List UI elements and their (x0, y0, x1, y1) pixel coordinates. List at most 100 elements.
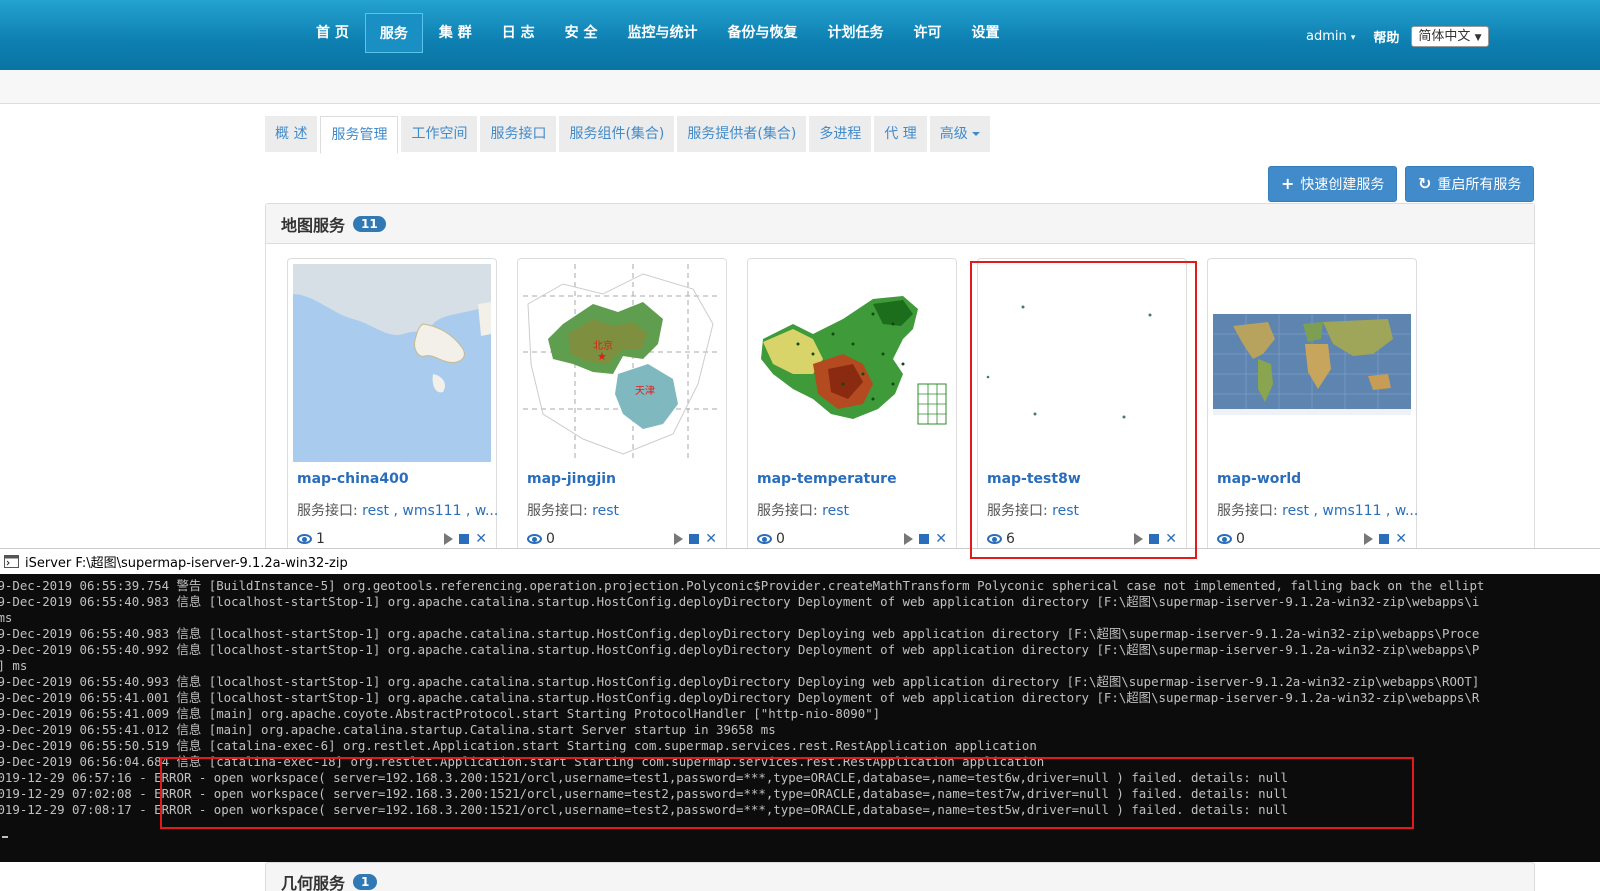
play-icon[interactable] (1134, 533, 1144, 545)
eye-icon (987, 534, 1002, 544)
play-icon[interactable] (444, 533, 454, 545)
nav-item-4[interactable]: 安 全 (551, 13, 612, 53)
map-thumbnail[interactable] (753, 264, 951, 462)
nav-item-5[interactable]: 监控与统计 (614, 13, 712, 53)
quick-create-service-button[interactable]: + 快速创建服务 (1268, 166, 1398, 202)
console-window[interactable]: 29-Dec-2019 06:55:39.754 警告 [BuildInstan… (0, 574, 1600, 862)
svg-text:天津: 天津 (635, 385, 655, 397)
tab-label: 高级 (939, 126, 968, 142)
tab-label: 工作空间 (411, 126, 468, 142)
nav-item-0[interactable]: 首 页 (302, 13, 363, 53)
stop-icon[interactable] (689, 534, 700, 544)
console-line: 0] ms (0, 658, 28, 673)
console-line: 29-Dec-2019 06:55:41.001 信息 [localhost-s… (0, 690, 1480, 705)
main-nav: 首 页服务集 群日 志安 全监控与统计 备份与恢复 计划任务 许可 设置 (302, 13, 1016, 53)
service-name-link[interactable]: map-jingjin (527, 471, 616, 487)
quick-create-label: 快速创建服务 (1300, 177, 1385, 193)
chevron-down-icon: ▾ (1350, 33, 1356, 43)
close-icon[interactable]: ✕ (705, 531, 717, 547)
service-card[interactable]: 北京 ★ 天津 map-jingjin 服务接口: rest 0 ✕ (517, 258, 727, 558)
nav-item-9[interactable]: 设置 (958, 13, 1014, 53)
help-link[interactable]: 帮助 (1373, 27, 1399, 46)
nav-item-8[interactable]: 许可 (900, 13, 956, 53)
interface-links[interactable]: rest , wms111 , w... (362, 503, 498, 519)
card-controls: ✕ (1134, 531, 1177, 547)
stop-icon[interactable] (459, 534, 470, 544)
map-thumbnail[interactable] (293, 264, 491, 462)
console-output: 29-Dec-2019 06:55:39.754 警告 [BuildInstan… (0, 578, 1484, 818)
interfaces-label: 服务接口: (987, 503, 1048, 519)
tab-8[interactable]: 高级 (929, 116, 990, 152)
restart-all-services-button[interactable]: ↻ 重启所有服务 (1405, 166, 1535, 202)
view-count: 6 (1006, 531, 1015, 547)
service-card[interactable]: map-china400 服务接口: rest , wms111 , w... 1 ✕ (287, 258, 498, 558)
card-controls: ✕ (444, 531, 487, 547)
interface-links[interactable]: rest (822, 503, 849, 519)
console-line: 2019-12-29 06:57:16 - ERROR - open works… (0, 770, 1289, 785)
tab-6[interactable]: 多进程 (809, 116, 872, 152)
service-name-link[interactable]: map-test8w (987, 471, 1081, 487)
service-card[interactable]: map-world 服务接口: rest , wms111 , w... 0 ✕ (1207, 258, 1418, 558)
tab-7[interactable]: 代 理 (874, 116, 927, 152)
console-titlebar[interactable]: iServer F:\超图\supermap-iserver-9.1.2a-wi… (0, 548, 1600, 574)
console-line: 29-Dec-2019 06:55:50.519 信息 [catalina-ex… (0, 738, 1037, 753)
close-icon[interactable]: ✕ (475, 531, 487, 547)
terminal-icon (4, 555, 19, 568)
close-icon[interactable]: ✕ (1395, 531, 1407, 547)
console-line: 2019-12-29 07:08:17 - ERROR - open works… (0, 802, 1289, 817)
service-interfaces: 服务接口: rest , wms111 , w... (1217, 500, 1418, 520)
map-thumbnail[interactable] (1213, 264, 1411, 462)
service-interfaces: 服务接口: rest (527, 500, 619, 520)
tab-3[interactable]: 服务接口 (480, 116, 557, 152)
interface-links[interactable]: rest (1052, 503, 1079, 519)
card-controls: ✕ (1364, 531, 1407, 547)
stop-icon[interactable] (1379, 534, 1390, 544)
interfaces-label: 服务接口: (757, 503, 818, 519)
nav-item-6[interactable]: 备份与恢复 (714, 13, 812, 53)
nav-item-2[interactable]: 集 群 (425, 13, 486, 53)
service-card[interactable]: map-test8w 服务接口: rest 6 ✕ (977, 258, 1187, 558)
nav-item-7[interactable]: 计划任务 (814, 13, 898, 53)
tab-5[interactable]: 服务提供者(集合) (677, 116, 807, 152)
stop-icon[interactable] (1149, 534, 1160, 544)
svg-text:★: ★ (597, 350, 607, 363)
top-navbar: 首 页服务集 群日 志安 全监控与统计 备份与恢复 计划任务 许可 设置 admin ▾… (0, 0, 1600, 70)
service-count-badge: 11 (353, 215, 386, 232)
interface-links[interactable]: rest (592, 503, 619, 519)
tab-1[interactable]: 服务管理 (320, 116, 399, 154)
map-thumbnail[interactable] (983, 264, 1181, 462)
tab-label: 服务组件(集合) (569, 126, 665, 142)
close-icon[interactable]: ✕ (935, 531, 947, 547)
console-line: 29-Dec-2019 06:55:40.983 信息 [localhost-s… (0, 594, 1480, 609)
refresh-icon: ↻ (1418, 174, 1432, 193)
view-count: 0 (546, 531, 555, 547)
nav-item-1[interactable]: 服务 (364, 13, 423, 53)
username: admin (1306, 29, 1347, 44)
card-footer: 0 ✕ (757, 531, 947, 547)
service-tabs: 概 述 服务管理 工作空间 服务接口 服务组件(集合) 服务提供者(集合) 多进程 代 理 高级 (265, 116, 993, 154)
play-icon[interactable] (1364, 533, 1374, 545)
stop-icon[interactable] (919, 534, 930, 544)
panel-heading: 地图服务 11 (266, 204, 1534, 244)
view-count: 0 (776, 531, 785, 547)
sub-header (0, 70, 1600, 104)
tab-4[interactable]: 服务组件(集合) (559, 116, 675, 152)
user-menu[interactable]: admin ▾ (1306, 29, 1355, 44)
interface-links[interactable]: rest , wms111 , w... (1282, 503, 1418, 519)
tab-label: 概 述 (275, 126, 308, 142)
map-thumbnail[interactable]: 北京 ★ 天津 (523, 264, 721, 462)
service-name-link[interactable]: map-temperature (757, 471, 897, 487)
tab-label: 多进程 (819, 126, 862, 142)
card-controls: ✕ (674, 531, 717, 547)
nav-item-3[interactable]: 日 志 (488, 13, 549, 53)
tab-0[interactable]: 概 述 (265, 116, 318, 152)
tab-2[interactable]: 工作空间 (401, 116, 478, 152)
service-name-link[interactable]: map-china400 (297, 471, 409, 487)
play-icon[interactable] (904, 533, 914, 545)
language-select[interactable]: 简体中文 ▼ (1411, 26, 1489, 47)
play-icon[interactable] (674, 533, 684, 545)
service-name-link[interactable]: map-world (1217, 471, 1301, 487)
service-card[interactable]: map-temperature 服务接口: rest 0 ✕ (747, 258, 957, 558)
close-icon[interactable]: ✕ (1165, 531, 1177, 547)
service-count-badge: 1 (353, 874, 378, 890)
